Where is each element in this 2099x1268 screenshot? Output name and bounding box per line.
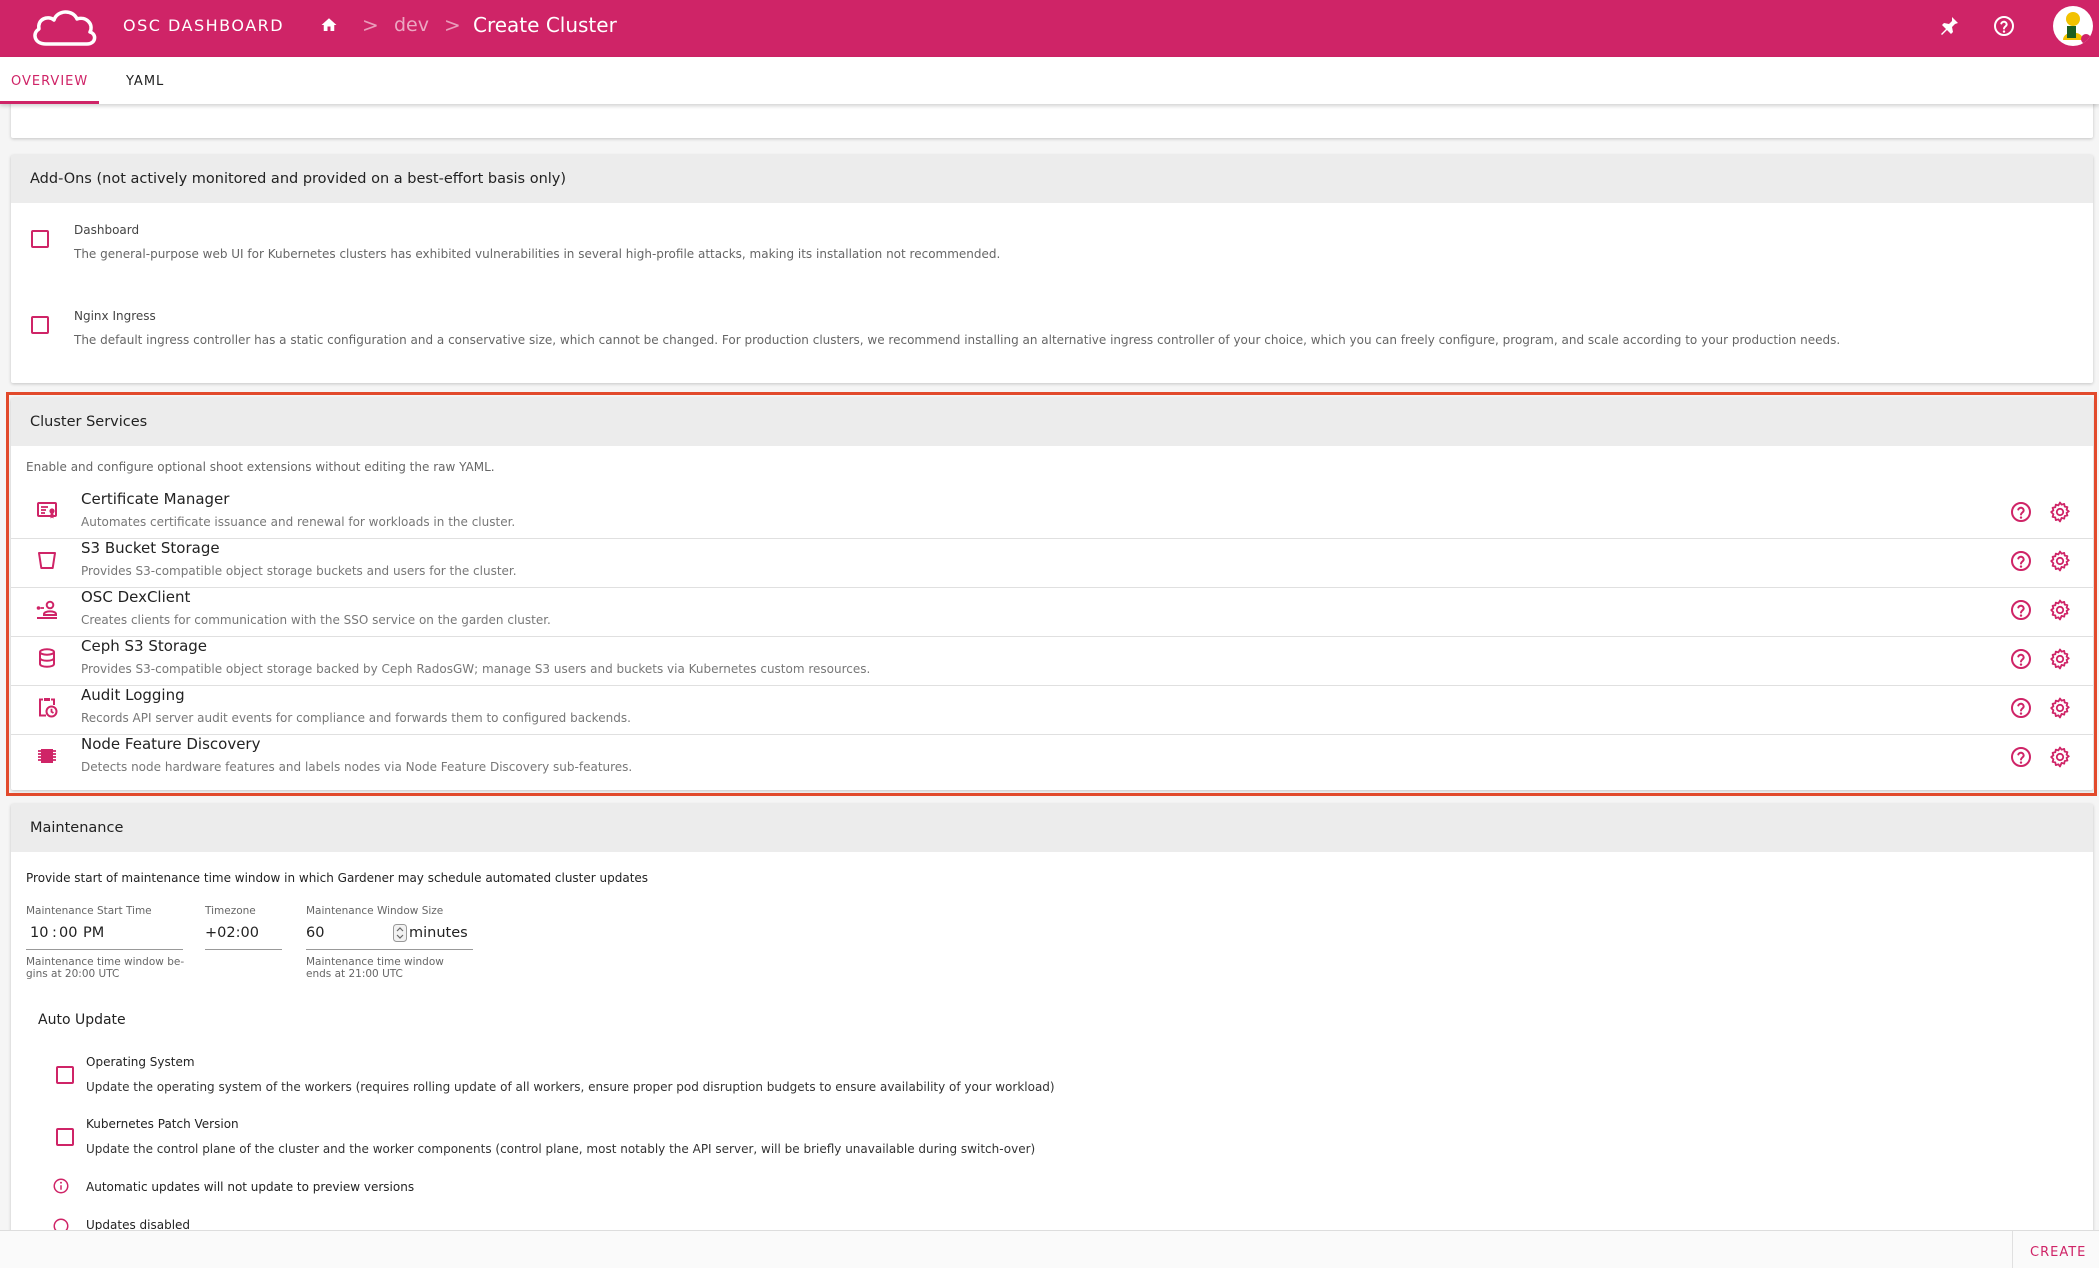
start-time-hint-line2: gins at 20:00 UTC <box>26 968 120 980</box>
account-network-icon <box>36 600 57 619</box>
service-name: Certificate Manager <box>81 490 230 508</box>
start-time-input[interactable]: 10 : 00 PM <box>26 923 183 949</box>
dashboard-description: The general-purpose web UI for Kubernete… <box>74 247 1001 261</box>
tab-yaml[interactable]: YAML <box>126 74 164 89</box>
tab-bar: OVERVIEW YAML <box>0 57 2099 104</box>
gear-icon[interactable] <box>2048 500 2072 524</box>
os-update-label: Operating System <box>86 1055 195 1069</box>
service-name: Audit Logging <box>81 686 185 704</box>
cluster-services-card: Cluster Services Enable and configure op… <box>11 398 2093 790</box>
auto-update-info: Automatic updates will not update to pre… <box>86 1180 415 1194</box>
help-circle-icon[interactable] <box>2009 647 2033 671</box>
addons-card: Add-Ons (not actively monitored and prov… <box>11 155 2093 383</box>
page-title: Create Cluster <box>473 13 617 37</box>
service-name: Node Feature Discovery <box>81 735 261 753</box>
maintenance-intro: Provide start of maintenance time window… <box>26 871 649 885</box>
start-time-underline <box>26 949 183 950</box>
k8s-patch-label: Kubernetes Patch Version <box>86 1117 239 1131</box>
dashboard-label: Dashboard <box>74 223 140 237</box>
service-name: S3 Bucket Storage <box>81 539 220 557</box>
tab-active-indicator <box>0 101 99 104</box>
cluster-services-intro: Enable and configure optional shoot exte… <box>26 460 495 474</box>
info-icon <box>53 1178 69 1194</box>
start-time-hint-line1: Maintenance time window be- <box>26 956 185 968</box>
cloud-logo-icon[interactable] <box>28 6 100 50</box>
help-circle-icon[interactable] <box>2009 598 2033 622</box>
nginx-ingress-description: The default ingress controller has a sta… <box>74 333 1841 347</box>
service-description: Records API server audit events for comp… <box>81 711 631 725</box>
dashboard-checkbox[interactable] <box>31 230 49 248</box>
help-icon[interactable] <box>1992 14 2016 38</box>
gear-icon[interactable] <box>2048 598 2072 622</box>
start-time-hour[interactable]: 10 <box>30 925 48 941</box>
service-description: Provides S3-compatible object storage bu… <box>81 564 517 578</box>
nginx-ingress-checkbox[interactable] <box>31 316 49 334</box>
certificate-icon <box>37 502 57 519</box>
window-size-hint-line1: Maintenance time window <box>306 956 444 968</box>
os-update-description: Update the operating system of the worke… <box>86 1080 1055 1094</box>
service-name: OSC DexClient <box>81 588 191 606</box>
service-row-audit-logging: Audit Logging Records API server audit e… <box>11 686 2093 735</box>
help-circle-icon[interactable] <box>2009 696 2033 720</box>
service-description: Automates certificate issuance and renew… <box>81 515 516 529</box>
maintenance-title: Maintenance <box>11 804 2093 852</box>
previous-card <box>11 100 2093 138</box>
service-row-node-feature-discovery: Node Feature Discovery Detects node hard… <box>11 735 2093 784</box>
auto-update-title: Auto Update <box>38 1012 126 1028</box>
window-size-label: Maintenance Window Size <box>306 905 444 917</box>
footer-bar: CREATE <box>0 1230 2099 1268</box>
service-name: Ceph S3 Storage <box>81 637 208 655</box>
clipboard-clock-icon <box>39 698 58 718</box>
create-button[interactable]: CREATE <box>2030 1245 2086 1260</box>
breadcrumb-project[interactable]: dev <box>394 14 429 36</box>
timezone-underline <box>205 949 282 950</box>
start-time-minute[interactable]: 00 <box>59 925 77 941</box>
help-circle-icon[interactable] <box>2009 549 2033 573</box>
user-avatar-icon <box>2063 12 2091 44</box>
avatar[interactable] <box>2053 6 2093 46</box>
bucket-icon <box>38 552 56 569</box>
window-size-input[interactable]: 60 <box>306 925 324 941</box>
service-description: Creates clients for communication with t… <box>81 613 551 627</box>
service-description: Detects node hardware features and label… <box>81 760 633 774</box>
gear-icon[interactable] <box>2048 647 2072 671</box>
service-row-certificate-manager: Certificate Manager Automates certificat… <box>11 490 2093 539</box>
pin-icon[interactable] <box>1937 14 1961 38</box>
timezone-label: Timezone <box>205 905 256 917</box>
gear-icon[interactable] <box>2048 745 2072 769</box>
help-circle-icon[interactable] <box>2009 745 2033 769</box>
os-update-checkbox[interactable] <box>56 1066 74 1084</box>
app-bar: OSC DASHBOARD > dev > Create Cluster <box>0 0 2099 57</box>
nginx-ingress-label: Nginx Ingress <box>74 309 156 323</box>
window-size-unit: minutes <box>409 925 468 941</box>
app-brand[interactable]: OSC DASHBOARD <box>123 16 284 35</box>
stepper-icon[interactable] <box>393 924 407 942</box>
maintenance-card: Maintenance Provide start of maintenance… <box>11 804 2093 1234</box>
start-time-ampm[interactable]: PM <box>83 925 104 941</box>
start-time-colon: : <box>52 925 57 941</box>
breadcrumb-separator: > <box>444 13 461 37</box>
addons-title: Add-Ons (not actively monitored and prov… <box>11 155 2093 203</box>
start-time-label: Maintenance Start Time <box>26 905 152 917</box>
help-circle-icon[interactable] <box>2009 500 2033 524</box>
k8s-patch-description: Update the control plane of the cluster … <box>86 1142 1036 1156</box>
cluster-services-title: Cluster Services <box>11 398 2093 446</box>
service-row-s3-bucket-storage: S3 Bucket Storage Provides S3-compatible… <box>11 539 2093 588</box>
window-size-hint-line2: ends at 21:00 UTC <box>306 968 403 980</box>
tab-overview[interactable]: OVERVIEW <box>11 74 88 89</box>
breadcrumb-separator: > <box>362 13 379 37</box>
gear-icon[interactable] <box>2048 549 2072 573</box>
service-row-ceph-s3-storage: Ceph S3 Storage Provides S3-compatible o… <box>11 637 2093 686</box>
k8s-patch-checkbox[interactable] <box>56 1128 74 1146</box>
service-description: Provides S3-compatible object storage ba… <box>81 662 871 676</box>
gear-icon[interactable] <box>2048 696 2072 720</box>
footer-divider <box>2012 1231 2013 1268</box>
service-row-osc-dexclient: OSC DexClient Creates clients for commun… <box>11 588 2093 637</box>
database-icon <box>39 648 55 668</box>
chip-icon <box>38 749 56 763</box>
home-icon[interactable] <box>320 16 338 34</box>
timezone-value[interactable]: +02:00 <box>205 925 259 941</box>
window-size-underline <box>306 949 473 950</box>
